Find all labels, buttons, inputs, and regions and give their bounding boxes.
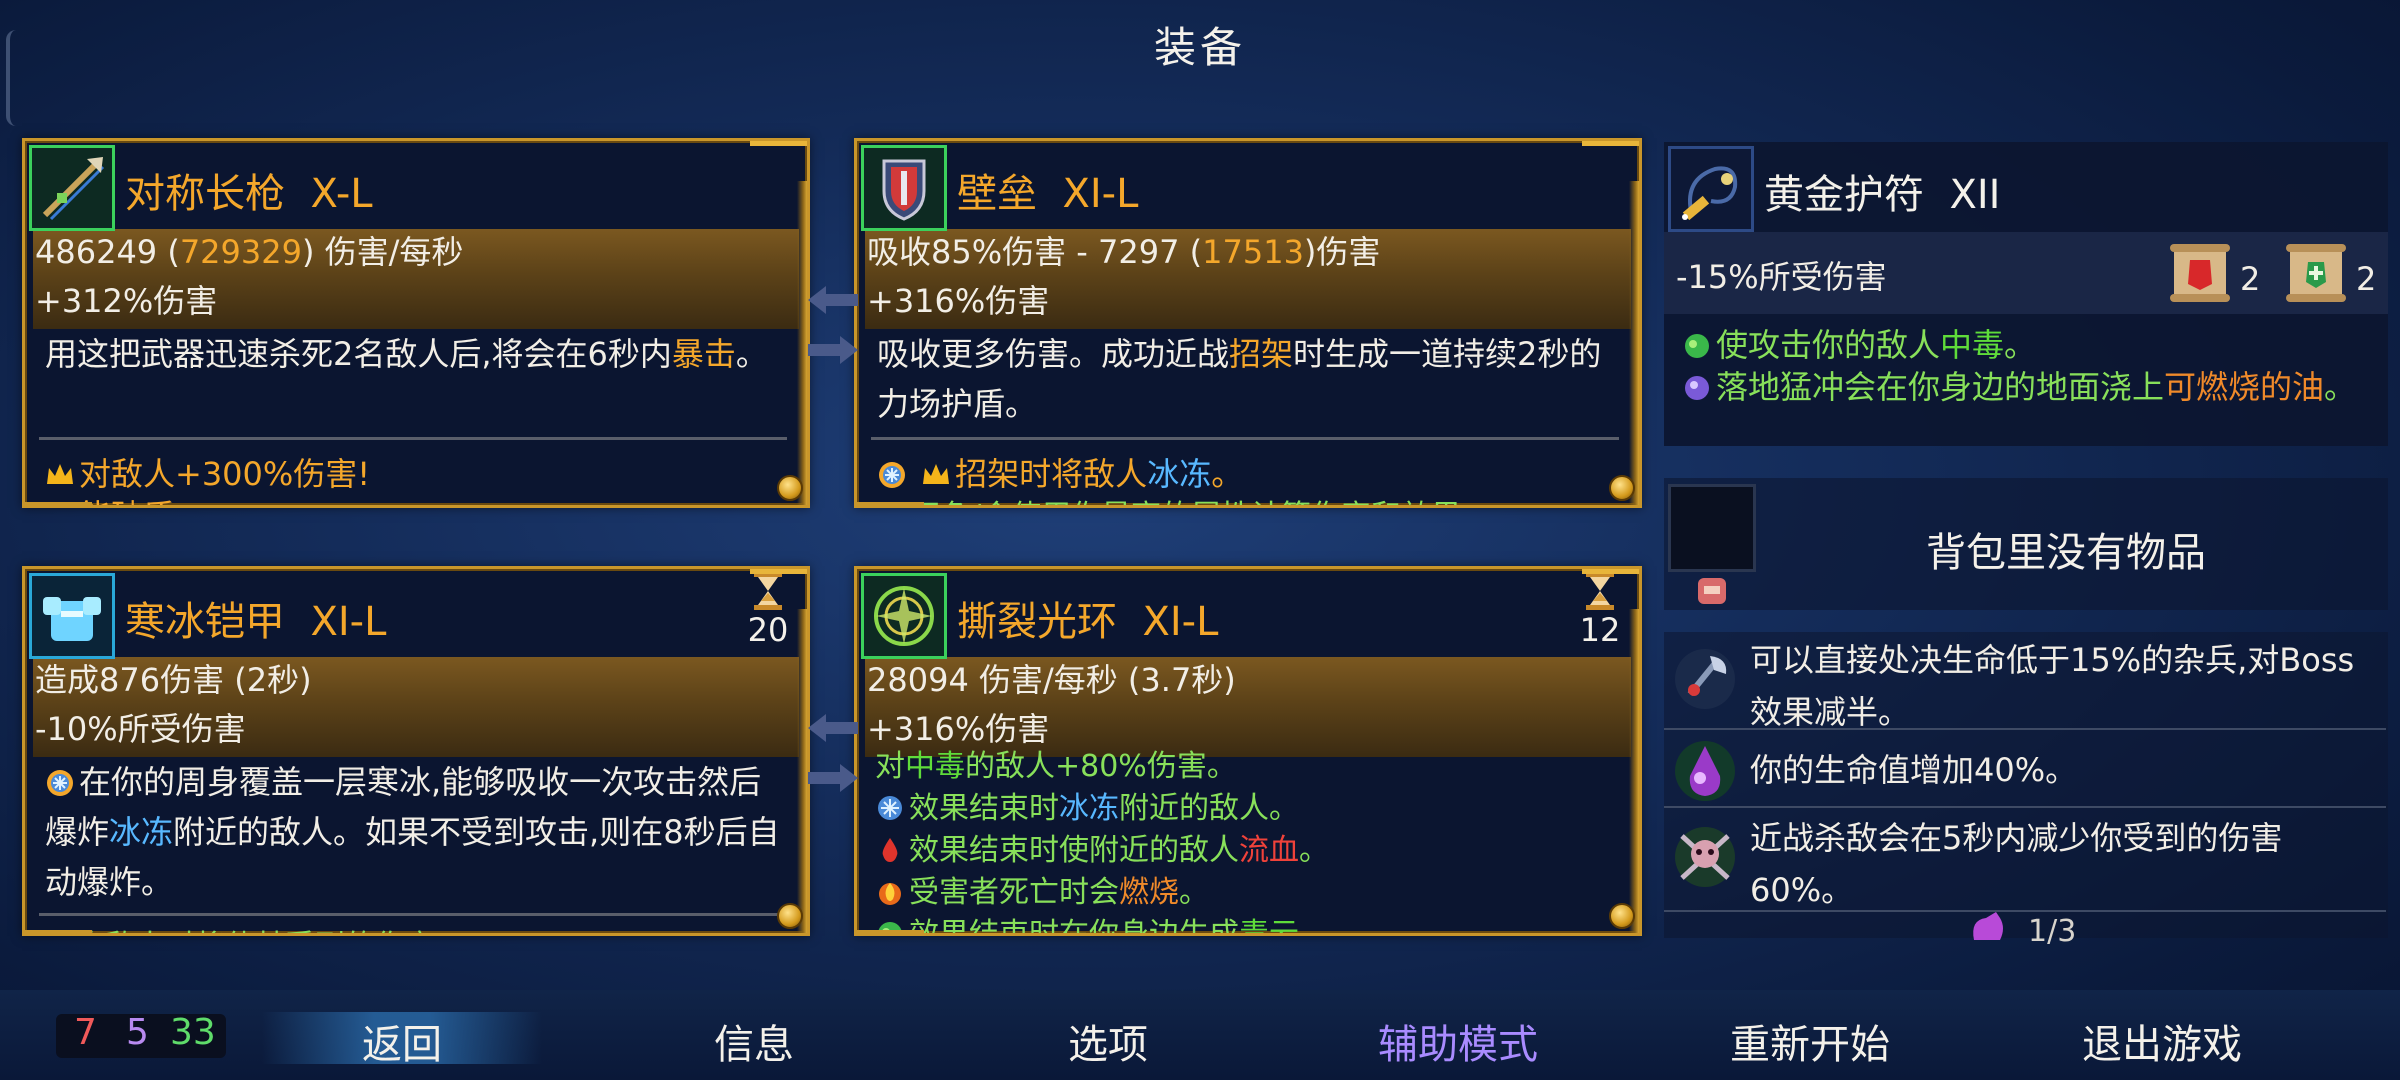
weapon-card-spear[interactable]: 对称长枪 X-L 486249 (729329) 伤害/每秒 +312%伤害 用… — [22, 138, 810, 508]
item-description: 在你的周身覆盖一层寒冰,能够吸收一次攻击然后爆炸冰冻附近的敌人。如果不受到攻击,… — [45, 763, 780, 901]
amulet-stat: -15%所受伤害 — [1676, 258, 1887, 296]
gold-gem-icon — [777, 475, 803, 501]
poison-cloud-icon — [878, 922, 902, 933]
amulet-tier: XII — [1949, 172, 2001, 218]
effect-line-poison-cloud: 效果结束时在你身边生成毒云。 — [875, 909, 1329, 933]
hourglass-icon — [1586, 572, 1614, 610]
spear-icon — [29, 145, 115, 231]
mutation-row[interactable]: 近战杀敌会在5秒内减少你受到的伤害60%。 — [1664, 812, 2386, 912]
swap-arrow-right-icon[interactable] — [808, 760, 858, 796]
item-tier: X-L — [310, 171, 373, 217]
backpack-empty-text: 背包里没有物品 — [1926, 530, 2206, 576]
mutation-row[interactable]: 可以直接处决生命低于15%的杂兵,对Boss效果减半。 — [1664, 634, 2386, 731]
gold-gem-icon — [777, 903, 803, 929]
legendary-perk-cut: 能破盾 — [45, 491, 175, 505]
item-name: 对称长枪 — [125, 171, 285, 217]
mutation-text: 可以直接处决生命低于15%的杂兵,对Boss效果减半。 — [1750, 641, 2355, 731]
survival-count: 33 — [170, 1012, 216, 1053]
snowflake-icon — [879, 462, 905, 488]
legendary-perk: 招架时将敌人冰冻。 — [877, 449, 1243, 495]
item-tier: XI-L — [1062, 171, 1139, 217]
brutality-count: 7 — [74, 1012, 97, 1053]
perk-cut-line: 天色/会使用你最高的属性计算伤害和效果 — [877, 491, 1461, 505]
mutation-text: 你的生命值增加40%。 — [1750, 751, 2078, 789]
cooldown: 20 — [743, 571, 793, 649]
shield-icon — [861, 145, 947, 231]
crown-icon — [923, 464, 950, 484]
item-tier: XI-L — [1142, 599, 1219, 645]
swap-arrow-right-icon[interactable] — [808, 332, 858, 368]
blood-drop-icon — [882, 838, 898, 862]
fire-icon — [879, 883, 901, 905]
aura-icon — [861, 573, 947, 659]
crown-icon — [47, 464, 73, 484]
bonus-stat: -10%所受伤害 — [35, 710, 246, 748]
item-name: 寒冰铠甲 — [125, 599, 285, 645]
damage-stat: 28094 伤害/每秒 (3.7秒) — [867, 661, 1236, 699]
perk-cut-line: 冷冻敌人时将使其受到的伤害 — [45, 921, 435, 933]
menu-info-button[interactable]: 信息 — [714, 1012, 794, 1070]
skull-crossbones-icon — [1675, 827, 1735, 887]
health-flask-icon — [1973, 912, 2003, 940]
swap-arrow-left-icon[interactable] — [808, 282, 858, 318]
survival-scroll-icon — [2286, 244, 2346, 302]
effect-line-bleed: 效果结束时使附近的敌人流血。 — [875, 825, 1329, 869]
execution-axe-icon — [1675, 649, 1735, 709]
poison-icon — [1685, 334, 1709, 358]
flask-count: 1/3 — [2028, 914, 2077, 949]
item-description: 吸收更多伤害。成功近战招架时生成一道持续2秒的力场护盾。 — [877, 335, 1602, 423]
bonus-stat: +316%伤害 — [867, 282, 1050, 320]
absorb-stat: 吸收85%伤害 - 7297 (17513)伤害 — [867, 233, 1381, 271]
cooldown: 12 — [1575, 571, 1625, 649]
damage-stat: 486249 (729329) 伤害/每秒 — [35, 233, 464, 271]
bonus-stat: +312%伤害 — [35, 282, 218, 320]
amulet-effect-oil: 落地猛冲会在你身边的地面浇上可燃烧的油。 — [1682, 362, 2372, 412]
legendary-perk: 对敌人+300%伤害! — [45, 449, 370, 495]
brutality-scroll-icon — [2170, 244, 2230, 302]
damage-stat: 造成876伤害 (2秒) — [35, 661, 312, 699]
cooldown-seconds: 20 — [747, 611, 789, 649]
ice-armor-icon — [29, 573, 115, 659]
brutality-scroll-count: 2 — [2240, 260, 2261, 298]
item-name: 壁垒 — [957, 171, 1037, 217]
menu-restart-button[interactable]: 重新开始 — [1730, 1012, 1890, 1070]
menu-quit-button[interactable]: 退出游戏 — [2082, 1012, 2242, 1070]
item-tier: XI-L — [310, 599, 387, 645]
skill-card-aura[interactable]: 撕裂光环 XI-L 12 28094 伤害/每秒 (3.7秒) +316%伤害 … — [854, 566, 1642, 936]
hourglass-icon — [754, 572, 782, 610]
gold-gem-icon — [1609, 475, 1635, 501]
vitality-potion-icon — [1675, 741, 1735, 801]
oil-icon — [1685, 376, 1709, 400]
effect-line-burn: 受害者死亡时会燃烧。 — [875, 867, 1209, 911]
mutation-text: 近战杀敌会在5秒内减少你受到的伤害60%。 — [1750, 819, 2283, 909]
amulet-icon — [1668, 146, 1754, 232]
menu-back-button[interactable]: 返回 — [362, 1012, 442, 1070]
cooldown-seconds: 12 — [1579, 611, 1621, 649]
survival-scroll-count: 2 — [2356, 260, 2377, 298]
menu-options-button[interactable]: 选项 — [1068, 1012, 1148, 1070]
item-description: 用这把武器迅速杀死2名敌人后,将会在6秒内暴击。 — [45, 335, 768, 373]
amulet-name: 黄金护符 — [1764, 172, 1924, 218]
mutation-row[interactable]: 你的生命值增加40%。 — [1664, 734, 2386, 808]
effect-line-poison: 对中毒的敌人+80%伤害。 — [875, 749, 1237, 784]
gold-gem-icon — [1609, 903, 1635, 929]
backpack-icon — [1698, 578, 1726, 604]
swap-arrow-left-icon[interactable] — [808, 710, 858, 746]
tactics-count: 5 — [126, 1012, 149, 1053]
weapon-card-shield[interactable]: 壁垒 XI-L 吸收85%伤害 - 7297 (17513)伤害 +316%伤害… — [854, 138, 1642, 508]
item-name: 撕裂光环 — [957, 599, 1117, 645]
skill-card-ice-armor[interactable]: 寒冰铠甲 XI-L 20 造成876伤害 (2秒) -10%所受伤害 在你的周身… — [22, 566, 810, 936]
menu-assist-mode-button[interactable]: 辅助模式 — [1378, 1012, 1538, 1070]
snowflake-icon — [878, 796, 902, 820]
effect-line-freeze: 效果结束时冰冻附近的敌人。 — [875, 783, 1299, 827]
backpack-slot[interactable] — [1668, 484, 1756, 572]
amulet-effect-poison: 使攻击你的敌人中毒。 — [1682, 320, 2036, 366]
page-title: 装备 — [1153, 23, 1246, 72]
snowflake-icon — [47, 770, 73, 796]
